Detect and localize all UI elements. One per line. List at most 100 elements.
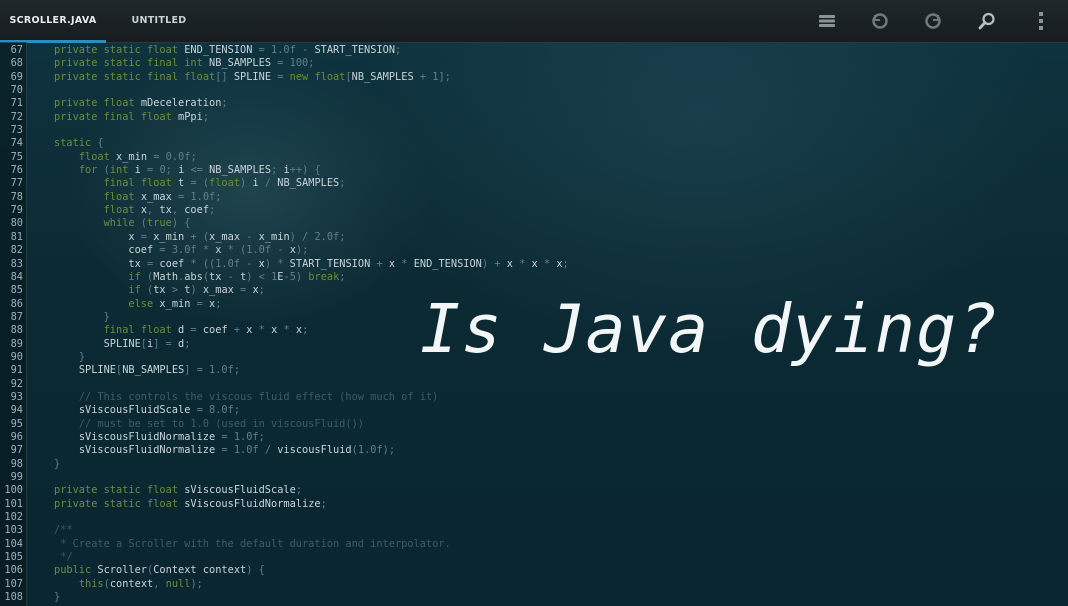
headline-overlay: Is Java dying? — [420, 290, 999, 368]
line-number: 72 — [10, 110, 23, 123]
code-line[interactable]: 71 private float mDeceleration; — [0, 97, 1068, 110]
code-text: * Create a Scroller with the default dur… — [54, 537, 451, 550]
code-line[interactable]: 69 private static final float[] SPLINE = … — [0, 71, 1068, 84]
line-number: 71 — [10, 97, 23, 110]
code-text: float x, tx, coef; — [103, 204, 216, 217]
code-line[interactable]: 107 this(context, null); — [0, 578, 1068, 591]
code-line[interactable]: 94 sViscousFluidScale = 8.0f; — [0, 404, 1068, 417]
code-text: sViscousFluidScale = 8.0f; — [78, 404, 241, 417]
line-number: 88 — [10, 324, 23, 337]
line-number: 102 — [4, 511, 23, 524]
code-line[interactable]: 97 sViscousFluidNormalize = 1.0f / visco… — [0, 444, 1068, 457]
code-line[interactable]: 73 — [0, 124, 1068, 137]
code-text: for (int i = 0; i <= NB_SAMPLES; i++) { — [78, 164, 321, 177]
top-bar: SCROLLER.JAVA UNTITLED — [0, 0, 1068, 43]
overflow-menu-icon[interactable] — [1030, 10, 1052, 32]
code-line[interactable]: 108} — [0, 591, 1068, 604]
line-number: 92 — [10, 377, 23, 390]
code-line[interactable]: 96 sViscousFluidNormalize = 1.0f; — [0, 431, 1068, 444]
code-text: static { — [54, 137, 104, 150]
code-text: tx = coef * ((1.0f - x) * START_TENSION … — [128, 257, 569, 270]
code-line[interactable]: 100 private static float sViscousFluidSca… — [0, 484, 1068, 497]
line-number: 80 — [10, 217, 23, 230]
code-line[interactable]: 105 */ — [0, 551, 1068, 564]
code-text: } — [54, 591, 61, 604]
code-text: sViscousFluidNormalize = 1.0f / viscousF… — [78, 444, 396, 457]
code-line[interactable]: 93 // This controls the viscous fluid ef… — [0, 391, 1068, 404]
line-number: 83 — [10, 257, 23, 270]
tab-untitled[interactable]: UNTITLED — [112, 0, 206, 42]
code-line[interactable]: 77 final float t = (float) i / NB_SAMPLE… — [0, 177, 1068, 190]
code-line[interactable]: 104 * Create a Scroller with the default… — [0, 538, 1068, 551]
code-text: final float t = (float) i / NB_SAMPLES; — [103, 177, 346, 190]
code-text: sViscousFluidNormalize = 1.0f; — [78, 430, 265, 443]
tab-scroller-java[interactable]: SCROLLER.JAVA — [0, 0, 106, 43]
code-text: SPLINE[i] = d; — [103, 337, 191, 350]
line-number: 81 — [10, 230, 23, 243]
line-number: 76 — [10, 164, 23, 177]
code-line[interactable]: 79 float x, tx, coef; — [0, 204, 1068, 217]
code-text: private static float END_TENSION = 1.0f … — [54, 44, 402, 56]
code-text: else x_min = x; — [128, 297, 222, 310]
line-number: 99 — [10, 471, 23, 483]
line-number: 79 — [10, 204, 23, 217]
line-number: 87 — [10, 310, 23, 323]
code-text: if (tx > t) x_max = x; — [128, 284, 265, 297]
line-number: 68 — [10, 57, 23, 70]
code-text: private static final float[] SPLINE = ne… — [54, 70, 451, 83]
undo-icon[interactable] — [869, 10, 891, 32]
line-number: 90 — [10, 350, 23, 363]
code-line[interactable]: 76 for (int i = 0; i <= NB_SAMPLES; i++)… — [0, 164, 1068, 177]
code-line[interactable]: 101 private static float sViscousFluidNor… — [0, 498, 1068, 511]
code-line[interactable]: 81 x = x_min + (x_max - x_min) / 2.0f; — [0, 231, 1068, 244]
code-text: coef = 3.0f * x * (1.0f - x); — [128, 244, 309, 257]
code-line[interactable]: 67 private static float END_TENSION = 1.0… — [0, 44, 1068, 57]
code-line[interactable]: 102 — [0, 511, 1068, 524]
code-line[interactable]: 70 — [0, 84, 1068, 97]
code-text: private float mDeceleration; — [54, 97, 228, 110]
code-text: // This controls the viscous fluid effec… — [78, 390, 439, 403]
line-number: 91 — [10, 364, 23, 377]
code-line[interactable]: 74 static { — [0, 137, 1068, 150]
line-number: 89 — [10, 337, 23, 350]
line-number: 74 — [10, 137, 23, 150]
code-line[interactable]: 82 coef = 3.0f * x * (1.0f - x); — [0, 244, 1068, 257]
code-line[interactable]: 84 if (Math.abs(tx - t) < 1E-5) break; — [0, 271, 1068, 284]
code-line[interactable]: 103 /** — [0, 524, 1068, 537]
redo-icon[interactable] — [922, 10, 944, 32]
code-line[interactable]: 75 float x_min = 0.0f; — [0, 151, 1068, 164]
code-line[interactable]: 106 public Scroller(Context context) { — [0, 564, 1068, 577]
code-text: } — [78, 350, 86, 363]
code-line[interactable]: 95 // must be set to 1.0 (used in viscou… — [0, 418, 1068, 431]
code-line[interactable]: 92 — [0, 378, 1068, 391]
code-text: final float d = coef + x * x * x; — [103, 324, 309, 337]
stack-icon[interactable] — [816, 10, 838, 32]
code-text: this(context, null); — [78, 577, 203, 590]
code-line[interactable]: 78 float x_max = 1.0f; — [0, 191, 1068, 204]
code-line[interactable]: 99 — [0, 471, 1068, 484]
code-text: SPLINE[NB_SAMPLES] = 1.0f; — [78, 364, 241, 377]
code-text: while (true) { — [103, 217, 191, 230]
code-line[interactable]: 72 private final float mPpi; — [0, 111, 1068, 124]
line-number: 96 — [10, 430, 23, 443]
line-number: 108 — [4, 591, 23, 604]
line-number: 107 — [4, 577, 23, 590]
code-text: } — [103, 310, 110, 323]
code-text: float x_max = 1.0f; — [103, 190, 222, 203]
code-line[interactable]: 83 tx = coef * ((1.0f - x) * START_TENSI… — [0, 258, 1068, 271]
code-line[interactable]: 80 while (true) { — [0, 217, 1068, 230]
code-text: float x_min = 0.0f; — [78, 150, 197, 163]
line-number: 106 — [4, 564, 23, 577]
code-line[interactable]: 68 private static final int NB_SAMPLES = … — [0, 57, 1068, 70]
code-line[interactable]: 98} — [0, 458, 1068, 471]
tab-label: SCROLLER.JAVA — [9, 15, 97, 26]
line-number: 103 — [4, 524, 23, 537]
line-number: 86 — [10, 297, 23, 310]
line-number: 105 — [4, 551, 23, 564]
search-icon[interactable] — [976, 10, 998, 32]
tab-label: UNTITLED — [131, 15, 187, 26]
code-text: /** — [54, 524, 73, 537]
code-text: public Scroller(Context context) { — [54, 564, 265, 577]
line-number: 94 — [10, 404, 23, 417]
line-number: 75 — [10, 150, 23, 163]
